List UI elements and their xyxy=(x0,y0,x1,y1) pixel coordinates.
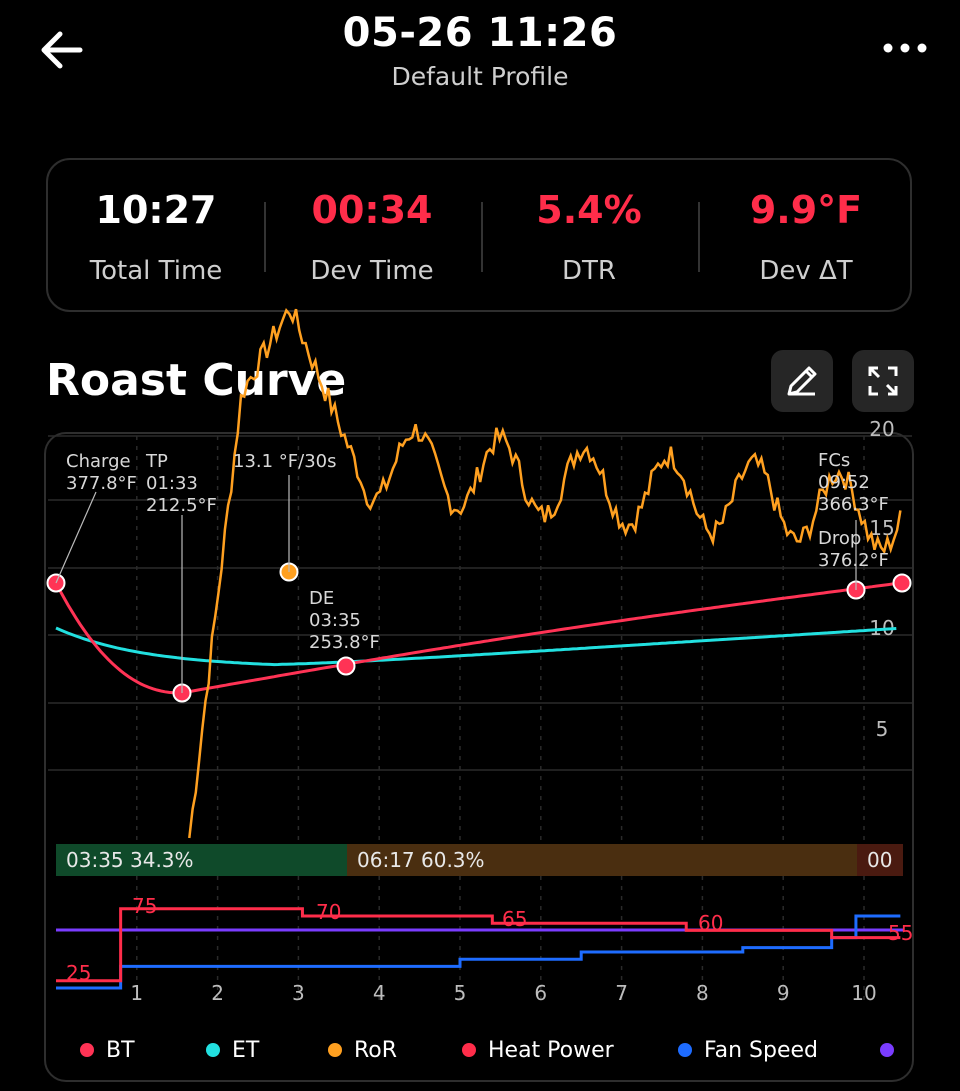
expand-icon xyxy=(868,366,898,396)
stat-dev-delta-t: 9.9°F Dev ΔT xyxy=(698,160,914,310)
legend-ror[interactable]: RoR xyxy=(328,1030,397,1070)
legend-bt[interactable]: BT xyxy=(80,1030,135,1070)
legend-fan-speed[interactable]: Fan Speed xyxy=(678,1030,818,1070)
expand-button[interactable] xyxy=(852,350,914,412)
stat-label: Total Time xyxy=(89,256,223,286)
roast-stats-card: 10:27 Total Time 00:34 Dev Time 5.4% DTR… xyxy=(46,158,912,312)
legend-label: Heat Power xyxy=(488,1037,614,1063)
chart-legend: BT ET RoR Heat Power Fan Speed xyxy=(46,1030,912,1070)
legend-label: BT xyxy=(106,1037,135,1063)
stat-label: Dev ΔT xyxy=(759,256,853,286)
legend-label: Fan Speed xyxy=(704,1037,819,1063)
pencil-icon xyxy=(787,366,817,396)
legend-extra[interactable] xyxy=(880,1030,906,1070)
app-header: 05-26 11:26 Default Profile xyxy=(0,0,960,110)
legend-label: RoR xyxy=(354,1037,398,1063)
legend-heat-power[interactable]: Heat Power xyxy=(462,1030,614,1070)
more-dots-icon[interactable] xyxy=(880,36,930,60)
legend-et[interactable]: ET xyxy=(206,1030,259,1070)
legend-dot xyxy=(678,1043,692,1057)
profile-name: Default Profile xyxy=(391,62,569,91)
legend-dot xyxy=(206,1043,220,1057)
stat-value: 5.4% xyxy=(536,188,642,232)
legend-dot xyxy=(880,1043,894,1057)
legend-dot xyxy=(80,1043,94,1057)
page-title: 05-26 11:26 xyxy=(342,10,618,56)
stat-label: DTR xyxy=(562,256,616,286)
stat-label: Dev Time xyxy=(310,256,434,286)
roast-chart-card[interactable] xyxy=(44,432,914,1082)
legend-label: ET xyxy=(232,1037,260,1063)
stat-value: 00:34 xyxy=(311,188,433,232)
section-title: Roast Curve xyxy=(46,355,347,406)
stat-value: 10:27 xyxy=(95,188,217,232)
stat-total-time: 10:27 Total Time xyxy=(48,160,264,310)
stat-value: 9.9°F xyxy=(749,188,863,232)
stat-dtr: 5.4% DTR xyxy=(481,160,697,310)
legend-dot xyxy=(462,1043,476,1057)
edit-button[interactable] xyxy=(771,350,833,412)
stat-dev-time: 00:34 Dev Time xyxy=(264,160,480,310)
legend-dot xyxy=(328,1043,342,1057)
